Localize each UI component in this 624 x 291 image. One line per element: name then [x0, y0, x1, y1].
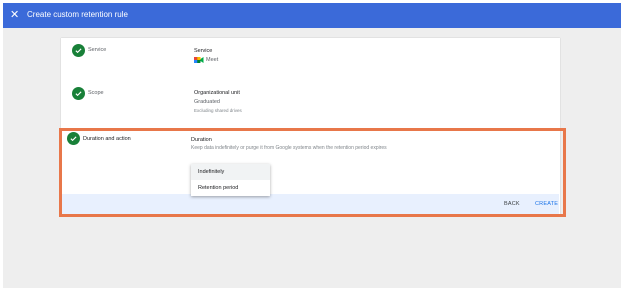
check-icon — [72, 44, 85, 57]
step-label-scope[interactable]: Scope — [88, 89, 104, 97]
highlight-box — [59, 128, 566, 217]
dialog-title: Create custom retention rule — [27, 10, 128, 19]
close-icon[interactable]: ✕ — [10, 8, 19, 22]
step-label-service[interactable]: Service — [88, 46, 106, 54]
scope-sub: Excluding shared drives — [194, 108, 242, 113]
service-field-title: Service — [194, 48, 213, 54]
service-value: Meet — [206, 57, 219, 63]
dialog-header: ✕ Create custom retention rule — [3, 3, 621, 28]
meet-icon — [194, 57, 204, 63]
scope-field-title: Organizational unit — [194, 90, 240, 96]
scope-value: Graduated — [194, 99, 220, 105]
check-icon — [72, 87, 85, 100]
